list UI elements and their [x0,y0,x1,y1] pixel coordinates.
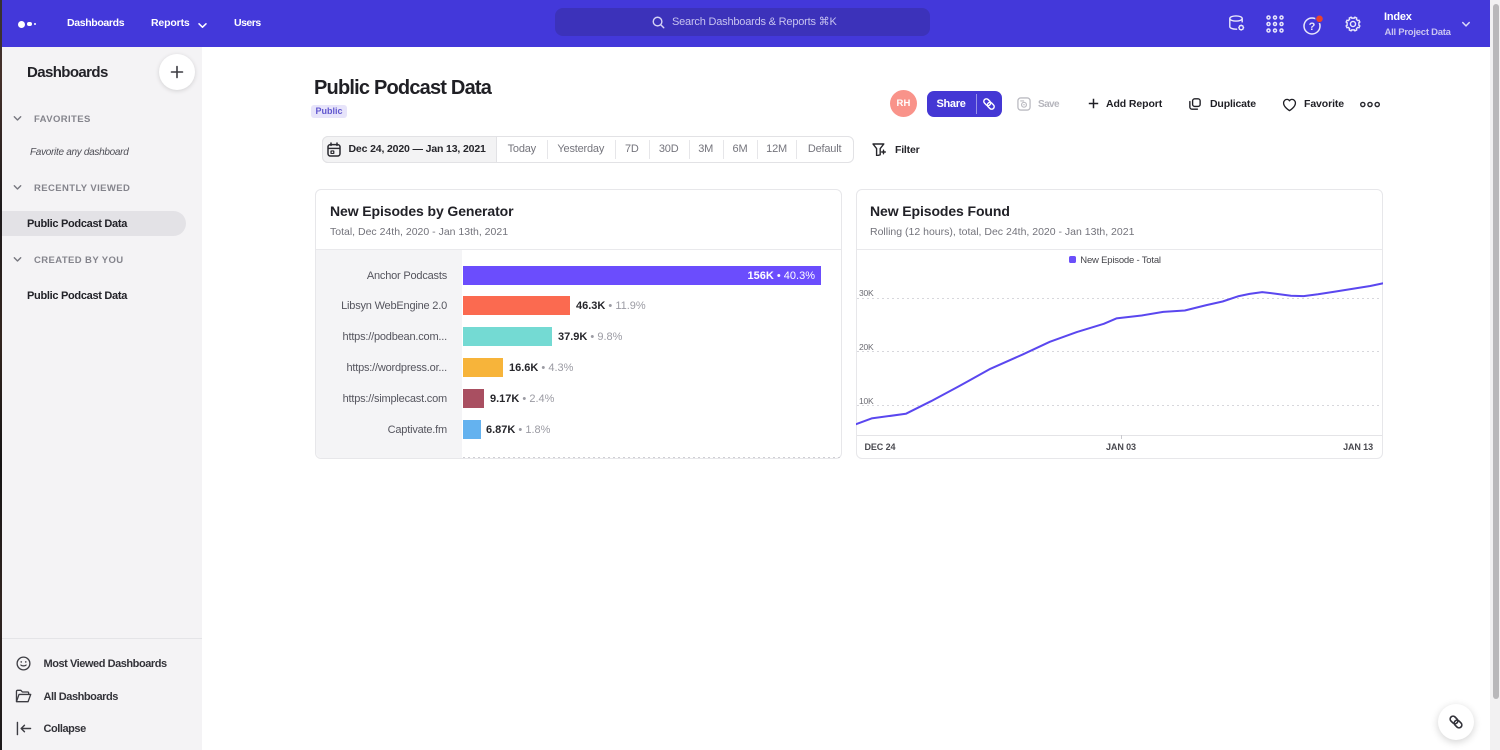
svg-text:?: ? [1309,21,1316,33]
